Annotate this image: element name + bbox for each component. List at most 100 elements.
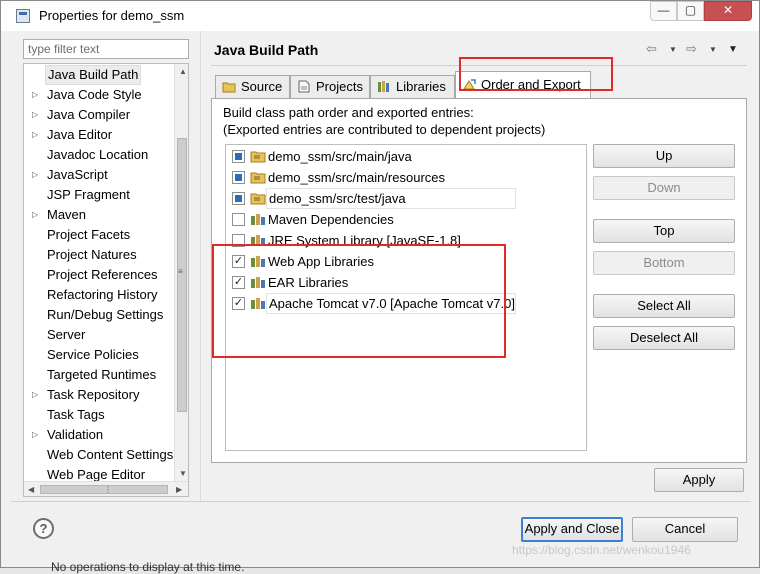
view-menu-icon[interactable]: ▼ [728,44,738,55]
tree-item-label: Javadoc Location [47,147,149,162]
tree-item[interactable]: Javadoc Location [24,145,176,165]
scroll-left-arrow-icon[interactable]: ◀ [28,485,34,495]
tree-item[interactable]: ▷ JavaScript [24,165,176,185]
expand-arrow-icon[interactable]: ▷ [32,385,42,405]
expand-arrow-icon[interactable]: ▷ [32,125,42,145]
source-folder-icon [250,193,266,205]
tree-item-label: Service Policies [47,347,139,362]
tree-item[interactable]: ▷ Java Editor [24,125,176,145]
classpath-entry[interactable]: Maven Dependencies [226,209,586,230]
scroll-up-arrow-icon[interactable]: ▲ [179,67,187,77]
tree-item-label: Java Code Style [47,87,142,102]
background-status-text: No operations to display at this time. [51,560,245,574]
export-checkbox[interactable] [232,150,245,163]
expand-arrow-icon[interactable]: ▷ [32,205,42,225]
maximize-button[interactable]: ▢ [677,1,704,21]
export-checkbox[interactable] [232,192,245,205]
classpath-entry-label: demo_ssm/src/test/java [266,188,516,209]
tree-item-label: Refactoring History [47,287,158,302]
down-button[interactable]: Down [593,176,735,200]
tree-item[interactable]: Targeted Runtimes [24,365,176,385]
back-dropdown-icon[interactable]: ▼ [669,45,677,54]
tree-item-label: Run/Debug Settings [47,307,164,322]
classpath-entry-label: demo_ssm/src/main/java [268,149,412,164]
sash-divider[interactable] [200,31,201,501]
expand-arrow-icon[interactable]: ▷ [32,85,42,105]
tab-libraries-label: Libraries [396,79,446,94]
panel-description-line2: (Exported entries are contributed to dep… [223,122,546,137]
forward-dropdown-icon[interactable]: ▼ [709,45,717,54]
annotation-box-checked-libraries [212,244,506,358]
tree-item[interactable]: ▷ Task Repository [24,385,176,405]
tree-item-label: Java Editor [47,127,113,142]
scroll-grip-icon: ≡ [178,267,183,276]
tree-item[interactable]: Service Policies [24,345,176,365]
tree-item-label: Maven [47,207,87,222]
close-button[interactable]: ✕ [704,1,752,21]
tree-item-label: Task Repository [47,387,140,402]
expand-arrow-icon[interactable]: ▷ [32,105,42,125]
classpath-entry-label: Maven Dependencies [268,212,394,227]
bottom-button[interactable]: Bottom [593,251,735,275]
classpath-entry[interactable]: demo_ssm/src/test/java [226,188,586,209]
select-all-button[interactable]: Select All [593,294,735,318]
tree-item-label: Java Compiler [47,107,131,122]
classpath-entry[interactable]: demo_ssm/src/main/resources [226,167,586,188]
tree-item[interactable]: Project Natures [24,245,176,265]
scroll-right-arrow-icon[interactable]: ▶ [176,485,182,495]
apply-and-close-button[interactable]: Apply and Close [521,517,623,542]
tree-item[interactable]: Project References [24,265,176,285]
deselect-all-button[interactable]: Deselect All [593,326,735,350]
filter-input[interactable]: type filter text [23,39,189,59]
export-checkbox[interactable] [232,171,245,184]
property-tree: Java Build Path ▷ Java Code Style ▷ Java Com… [23,63,189,497]
tab-projects[interactable]: Projects [290,75,370,98]
tree-item[interactable]: ▷ Java Code Style [24,85,176,105]
tree-item[interactable]: Web Content Settings [24,445,176,465]
expand-arrow-icon[interactable]: ▷ [32,425,42,445]
expand-arrow-icon[interactable]: ▷ [32,165,42,185]
tab-source[interactable]: Source [215,75,290,98]
forward-arrow-icon[interactable]: ⇨ [686,41,697,57]
tree-horizontal-scrollbar[interactable]: ◀ ⋮ ▶ [24,481,188,496]
tree-item[interactable]: ▷ Maven [24,205,176,225]
scroll-down-arrow-icon[interactable]: ▼ [179,469,187,479]
tree-item-label: JavaScript [47,167,108,182]
tree-item[interactable]: JSP Fragment [24,185,176,205]
tree-vertical-scrollbar[interactable]: ▲ ≡ ▼ [174,64,188,481]
hscroll-grip-icon: ⋮ [104,485,112,494]
source-folder-icon [250,172,266,184]
library-icon [251,214,265,225]
top-button[interactable]: Top [593,219,735,243]
export-checkbox[interactable] [232,213,245,226]
source-folder-icon [222,82,236,93]
tree-item[interactable]: Project Facets [24,225,176,245]
tree-item[interactable]: Task Tags [24,405,176,425]
tree-item-label: Web Content Settings [47,447,174,462]
tree-item[interactable]: ▷ Java Compiler [24,105,176,125]
tab-libraries[interactable]: Libraries [370,75,455,98]
tree-item[interactable]: Refactoring History [24,285,176,305]
tab-source-label: Source [241,79,283,94]
tree-item[interactable]: Java Build Path [24,65,176,85]
apply-button[interactable]: Apply [654,468,744,492]
tree-item[interactable]: ▷ Validation [24,425,176,445]
back-arrow-icon[interactable]: ⇦ [646,41,657,57]
tree-item-label: Task Tags [47,407,105,422]
help-icon[interactable]: ? [33,518,54,539]
window-title: Properties for demo_ssm [39,8,185,23]
tree-item-label: Validation [47,427,104,442]
classpath-entry[interactable]: demo_ssm/src/main/java [226,146,586,167]
tree-item-label: Project Natures [47,247,137,262]
tree-item-label: Java Build Path [45,65,142,85]
classpath-entry-label: demo_ssm/src/main/resources [268,170,445,185]
tree-item[interactable]: Server [24,325,176,345]
minimize-button[interactable]: — [650,1,677,21]
up-button[interactable]: Up [593,144,735,168]
projects-icon [298,80,310,93]
panel-description-line1: Build class path order and exported entr… [223,105,474,120]
tree-item-label: Targeted Runtimes [47,367,157,382]
tree-item[interactable]: Run/Debug Settings [24,305,176,325]
cancel-button[interactable]: Cancel [632,517,738,542]
tree-item-label: Project References [47,267,158,282]
